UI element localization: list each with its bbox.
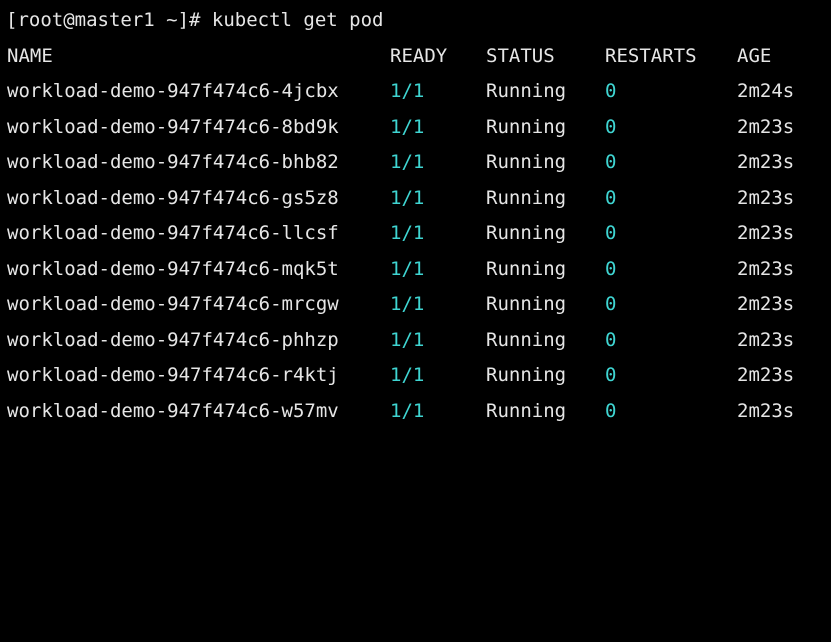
table-row: workload-demo-947f474c6-llcsf 1/1 Runnin…: [0, 216, 831, 252]
pod-ready: 1/1: [390, 151, 425, 173]
pod-age: 2m23s: [737, 151, 795, 173]
table-row: workload-demo-947f474c6-gs5z8 1/1 Runnin…: [0, 181, 831, 217]
table-row: workload-demo-947f474c6-8bd9k 1/1 Runnin…: [0, 110, 831, 146]
pod-restarts: 0: [605, 80, 617, 102]
pod-ready: 1/1: [390, 222, 425, 244]
pod-age: 2m23s: [737, 222, 795, 244]
pod-ready: 1/1: [390, 186, 425, 209]
pod-age: 2m23s: [737, 293, 795, 315]
pod-ready: 1/1: [390, 293, 425, 315]
pod-restarts: 0: [605, 293, 617, 315]
table-row: workload-demo-947f474c6-w57mv 1/1 Runnin…: [0, 394, 831, 430]
pod-status: Running: [486, 328, 567, 351]
pod-status: Running: [486, 151, 567, 173]
pod-status: Running: [486, 80, 567, 102]
command-line: [root@master1 ~]# kubectl get pod: [0, 3, 831, 39]
pod-status: Running: [486, 115, 567, 138]
table-header-row: NAME READY STATUS RESTARTS AGE: [0, 39, 831, 75]
pod-status: Running: [486, 257, 567, 280]
pod-age: 2m23s: [737, 364, 795, 386]
table-row: workload-demo-947f474c6-bhb82 1/1 Runnin…: [0, 145, 831, 181]
shell-prompt: [root@master1 ~]#: [6, 9, 212, 31]
pod-name: workload-demo-947f474c6-w57mv: [7, 399, 339, 422]
header-name: NAME: [7, 44, 53, 67]
pod-restarts: 0: [605, 151, 617, 173]
pod-name: workload-demo-947f474c6-llcsf: [7, 222, 339, 244]
table-row: workload-demo-947f474c6-r4ktj 1/1 Runnin…: [0, 358, 831, 394]
pod-restarts: 0: [605, 257, 617, 280]
pod-restarts: 0: [605, 399, 617, 422]
command-text: kubectl get pod: [211, 9, 384, 31]
pod-name: workload-demo-947f474c6-gs5z8: [7, 186, 339, 209]
table-row: workload-demo-947f474c6-4jcbx 1/1 Runnin…: [0, 74, 831, 110]
pod-name: workload-demo-947f474c6-r4ktj: [7, 364, 339, 386]
pod-restarts: 0: [605, 222, 617, 244]
pod-age: 2m24s: [737, 80, 795, 102]
table-row: workload-demo-947f474c6-mrcgw 1/1 Runnin…: [0, 287, 831, 323]
pod-status: Running: [486, 222, 567, 244]
pod-ready: 1/1: [390, 115, 425, 138]
pod-name: workload-demo-947f474c6-4jcbx: [7, 80, 339, 102]
pod-restarts: 0: [605, 115, 617, 138]
header-restarts: RESTARTS: [605, 44, 697, 67]
pod-restarts: 0: [605, 364, 617, 386]
table-row: workload-demo-947f474c6-mqk5t 1/1 Runnin…: [0, 252, 831, 288]
pod-name: workload-demo-947f474c6-bhb82: [7, 151, 339, 173]
header-ready: READY: [390, 44, 448, 67]
pod-ready: 1/1: [390, 328, 425, 351]
terminal-window[interactable]: [root@master1 ~]# kubectl get pod NAME R…: [0, 0, 831, 434]
pod-ready: 1/1: [390, 80, 425, 102]
pod-restarts: 0: [605, 186, 617, 209]
header-status: STATUS: [486, 44, 555, 67]
header-age: AGE: [737, 44, 772, 67]
pod-status: Running: [486, 293, 567, 315]
pod-age: 2m23s: [737, 115, 795, 138]
pod-age: 2m23s: [737, 399, 795, 422]
pod-name: workload-demo-947f474c6-mrcgw: [7, 293, 339, 315]
pod-status: Running: [486, 399, 567, 422]
pod-status: Running: [486, 364, 567, 386]
pod-name: workload-demo-947f474c6-mqk5t: [7, 257, 339, 280]
pod-ready: 1/1: [390, 399, 425, 422]
pod-age: 2m23s: [737, 186, 795, 209]
pod-ready: 1/1: [390, 257, 425, 280]
pod-age: 2m23s: [737, 257, 795, 280]
pod-name: workload-demo-947f474c6-phhzp: [7, 328, 339, 351]
pod-name: workload-demo-947f474c6-8bd9k: [7, 115, 339, 138]
pod-age: 2m23s: [737, 328, 795, 351]
pod-ready: 1/1: [390, 364, 425, 386]
pod-status: Running: [486, 186, 567, 209]
pod-restarts: 0: [605, 328, 617, 351]
table-row: workload-demo-947f474c6-phhzp 1/1 Runnin…: [0, 323, 831, 359]
